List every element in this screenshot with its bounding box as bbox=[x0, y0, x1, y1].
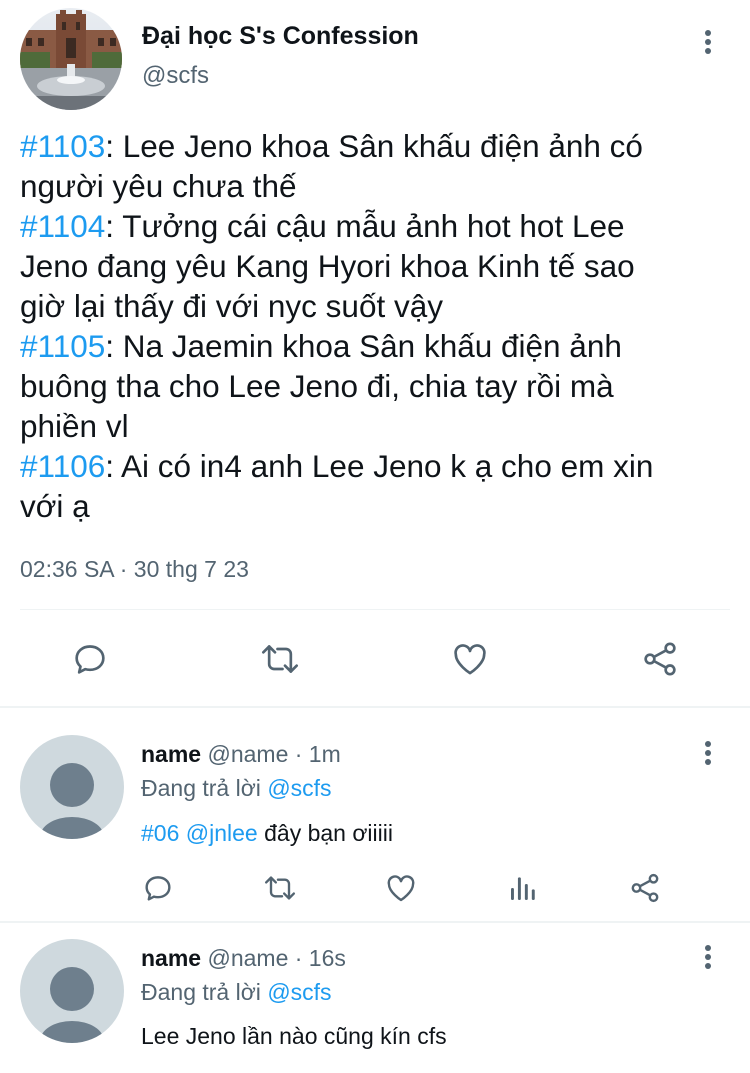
replying-prefix: Đang trả lời bbox=[141, 775, 268, 801]
tweet-line: giờ lại thấy đi với nyc suốt vậy bbox=[20, 286, 735, 326]
reply-icon[interactable] bbox=[68, 637, 112, 681]
tweet-action-bar bbox=[0, 637, 750, 681]
tweet-line-text: phiền vl bbox=[20, 408, 129, 444]
avatar[interactable] bbox=[20, 939, 124, 1043]
display-name[interactable]: Đại học S's Confession bbox=[142, 22, 419, 51]
tweet-line-text: : Ai có in4 anh Lee Jeno k ạ cho em xin bbox=[105, 448, 654, 484]
retweet-icon[interactable] bbox=[262, 870, 298, 906]
tweet-line-text: : Tưởng cái cậu mẫu ảnh hot hot Lee bbox=[105, 208, 625, 244]
replying-prefix: Đang trả lời bbox=[141, 979, 268, 1005]
divider bbox=[20, 609, 730, 610]
reply-author[interactable]: name @name · 16s bbox=[141, 945, 346, 972]
reply-meta: @name · 1m bbox=[207, 741, 341, 767]
reply-author-name: name bbox=[141, 741, 202, 767]
more-icon[interactable] bbox=[698, 943, 718, 973]
tweet-line-text: giờ lại thấy đi với nyc suốt vậy bbox=[20, 288, 443, 324]
replying-handle-link[interactable]: @scfs bbox=[267, 979, 331, 1005]
tweet-line-text: Jeno đang yêu Kang Hyori khoa Kinh tế sa… bbox=[20, 248, 635, 284]
mention-link[interactable]: @jnlee bbox=[186, 820, 258, 846]
hashtag-link[interactable]: #1106 bbox=[20, 448, 105, 484]
hashtag-link[interactable]: #06 bbox=[141, 820, 179, 846]
hashtag-link[interactable]: #1103 bbox=[20, 128, 105, 164]
tweet-line-text: : Na Jaemin khoa Sân khấu điện ảnh bbox=[105, 328, 622, 364]
hashtag-link[interactable]: #1105 bbox=[20, 328, 105, 364]
reply-meta: @name · 16s bbox=[207, 945, 346, 971]
avatar[interactable] bbox=[20, 735, 124, 839]
tweet-line: #1105: Na Jaemin khoa Sân khấu điện ảnh bbox=[20, 326, 735, 366]
tweet-line-text: người yêu chưa thế bbox=[20, 168, 297, 204]
more-icon[interactable] bbox=[698, 28, 718, 58]
retweet-icon[interactable] bbox=[258, 637, 302, 681]
reply-tweet[interactable]: name @name · 1m Đang trả lời @scfs #06 @… bbox=[0, 708, 750, 921]
campus-photo bbox=[20, 8, 122, 110]
tweet-header: Đại học S's Confession @scfs bbox=[20, 8, 730, 112]
replying-handle-link[interactable]: @scfs bbox=[267, 775, 331, 801]
like-icon[interactable] bbox=[448, 637, 492, 681]
reply-text: Lee Jeno lần nào cũng kín cfs bbox=[141, 1023, 447, 1050]
views-icon[interactable] bbox=[505, 870, 541, 906]
share-icon[interactable] bbox=[627, 870, 663, 906]
hashtag-link[interactable]: #1104 bbox=[20, 208, 105, 244]
reply-text: #06 @jnlee đây bạn ơiiiii bbox=[141, 820, 393, 847]
tweet-line: #1103: Lee Jeno khoa Sân khấu điện ảnh c… bbox=[20, 126, 735, 166]
more-icon[interactable] bbox=[698, 739, 718, 769]
tweet-line: Jeno đang yêu Kang Hyori khoa Kinh tế sa… bbox=[20, 246, 735, 286]
user-handle[interactable]: @scfs bbox=[142, 62, 209, 90]
tweet-line-text: : Lee Jeno khoa Sân khấu điện ảnh có bbox=[105, 128, 643, 164]
tweet-text: #1103: Lee Jeno khoa Sân khấu điện ảnh c… bbox=[20, 126, 735, 526]
reply-tweet[interactable]: name @name · 16s Đang trả lời @scfs Lee … bbox=[0, 923, 750, 1073]
tweet-line-text: buông tha cho Lee Jeno đi, chia tay rồi … bbox=[20, 368, 614, 404]
reply-text-rest: Lee Jeno lần nào cũng kín cfs bbox=[141, 1023, 447, 1049]
tweet-line: người yêu chưa thế bbox=[20, 166, 735, 206]
profile-avatar[interactable] bbox=[20, 8, 122, 110]
tweet-line-text: với ạ bbox=[20, 488, 90, 524]
tweet-line: #1104: Tưởng cái cậu mẫu ảnh hot hot Lee bbox=[20, 206, 735, 246]
tweet-timestamp[interactable]: 02:36 SA · 30 thg 7 23 bbox=[20, 556, 249, 583]
tweet-line: với ạ bbox=[20, 486, 735, 526]
reply-author[interactable]: name @name · 1m bbox=[141, 741, 341, 768]
reply-action-bar bbox=[0, 870, 750, 906]
reply-text-rest: đây bạn ơiiiii bbox=[257, 820, 393, 846]
reply-icon[interactable] bbox=[140, 870, 176, 906]
tweet-line: #1106: Ai có in4 anh Lee Jeno k ạ cho em… bbox=[20, 446, 735, 486]
share-icon[interactable] bbox=[638, 637, 682, 681]
replying-to: Đang trả lời @scfs bbox=[141, 775, 332, 802]
tweet-line: phiền vl bbox=[20, 406, 735, 446]
replying-to: Đang trả lời @scfs bbox=[141, 979, 332, 1006]
like-icon[interactable] bbox=[383, 870, 419, 906]
reply-author-name: name bbox=[141, 945, 202, 971]
tweet-line: buông tha cho Lee Jeno đi, chia tay rồi … bbox=[20, 366, 735, 406]
